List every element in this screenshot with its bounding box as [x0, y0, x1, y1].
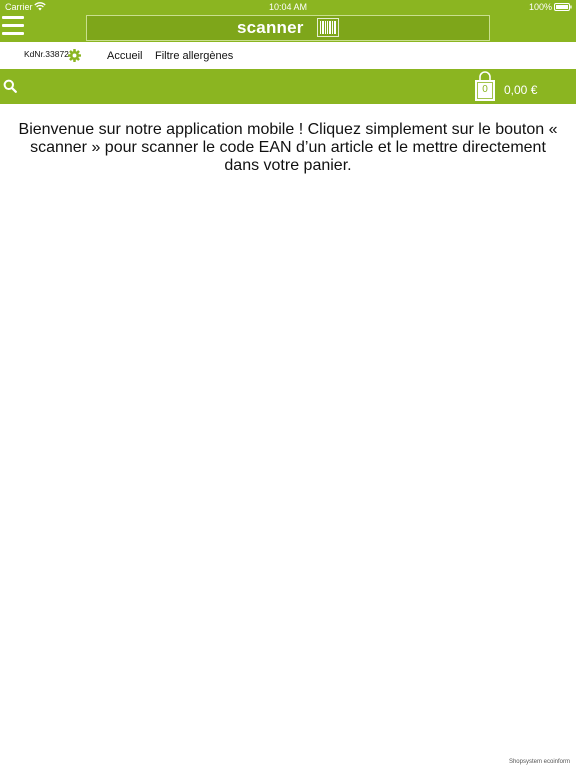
nav-link-filtre-allergenes[interactable]: Filtre allergènes	[155, 50, 233, 62]
cart-total: 0,00 €	[504, 83, 538, 97]
barcode-icon	[317, 18, 339, 37]
battery-percent: 100%	[528, 2, 552, 12]
nav-link-accueil[interactable]: Accueil	[107, 50, 142, 62]
gear-icon[interactable]	[68, 49, 81, 62]
footer-credit: Shopsystem ecoinform	[508, 759, 570, 765]
battery-icon	[554, 3, 572, 11]
search-icon[interactable]	[3, 79, 17, 93]
menu-icon[interactable]	[2, 14, 24, 36]
scanner-button[interactable]: scanner	[86, 15, 490, 41]
nav-bar: KdNr.33872 Accueil Filtre allergènes	[0, 42, 576, 69]
top-bar: Carrier 10:04 AM 100% scanner	[0, 0, 576, 42]
welcome-message: Bienvenue sur notre application mobile !…	[18, 121, 558, 174]
cart-button[interactable]: 0 0,00 €	[474, 71, 574, 103]
customer-number: KdNr.33872	[24, 49, 69, 59]
scanner-label: scanner	[237, 18, 304, 37]
cart-count: 0	[482, 84, 488, 95]
status-bar: Carrier 10:04 AM 100%	[0, 0, 576, 14]
status-time: 10:04 AM	[268, 2, 308, 12]
